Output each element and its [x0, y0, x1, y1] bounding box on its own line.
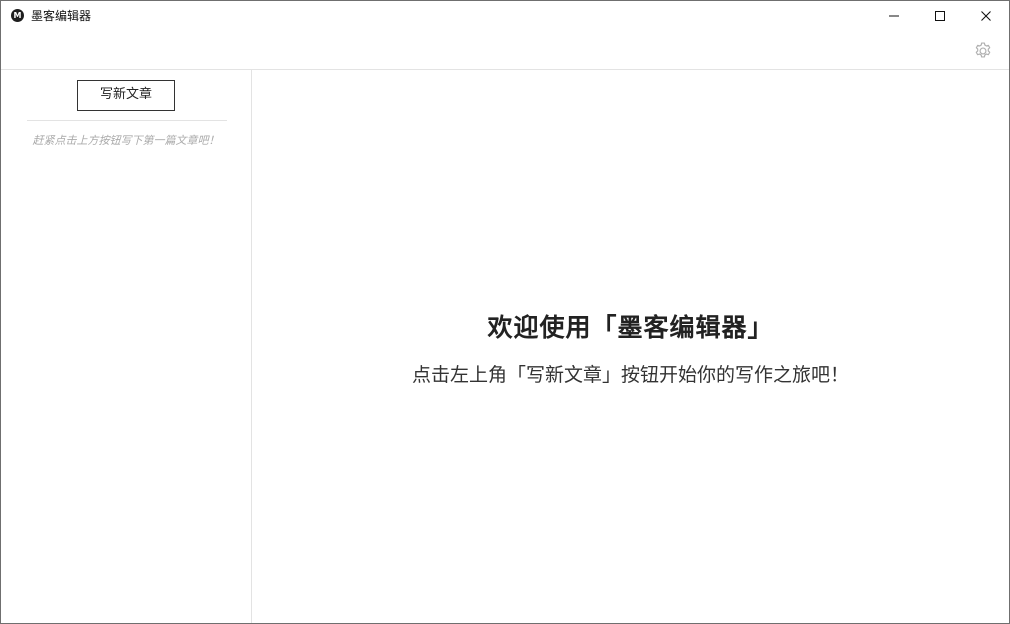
- app-window: M 墨客编辑器 写新文章 赶紧点击上方按钮写下第一篇文章吧！ 欢迎使用「墨客编辑…: [0, 0, 1010, 624]
- welcome-title: 欢迎使用「墨客编辑器」: [487, 313, 774, 342]
- maximize-button[interactable]: [917, 1, 963, 31]
- settings-button[interactable]: [971, 39, 995, 63]
- welcome-subtitle: 点击左上角「写新文章」按钮开始你的写作之旅吧！: [411, 364, 849, 386]
- maximize-icon: [935, 11, 945, 21]
- main-content: 欢迎使用「墨客编辑器」 点击左上角「写新文章」按钮开始你的写作之旅吧！: [252, 70, 1009, 623]
- window-title: 墨客编辑器: [31, 9, 92, 23]
- close-button[interactable]: [963, 1, 1009, 31]
- title-bar[interactable]: M 墨客编辑器: [1, 1, 1009, 31]
- sidebar-divider: [27, 120, 227, 121]
- minimize-icon: [889, 15, 899, 17]
- new-article-button[interactable]: 写新文章: [77, 80, 175, 111]
- close-icon: [981, 11, 991, 21]
- sidebar: 写新文章 赶紧点击上方按钮写下第一篇文章吧！: [1, 70, 252, 623]
- gear-icon: [975, 42, 991, 58]
- empty-list-hint: 赶紧点击上方按钮写下第一篇文章吧！: [32, 134, 220, 147]
- toolbar: [1, 31, 1009, 70]
- minimize-button[interactable]: [871, 1, 917, 31]
- app-logo-icon: M: [11, 9, 24, 22]
